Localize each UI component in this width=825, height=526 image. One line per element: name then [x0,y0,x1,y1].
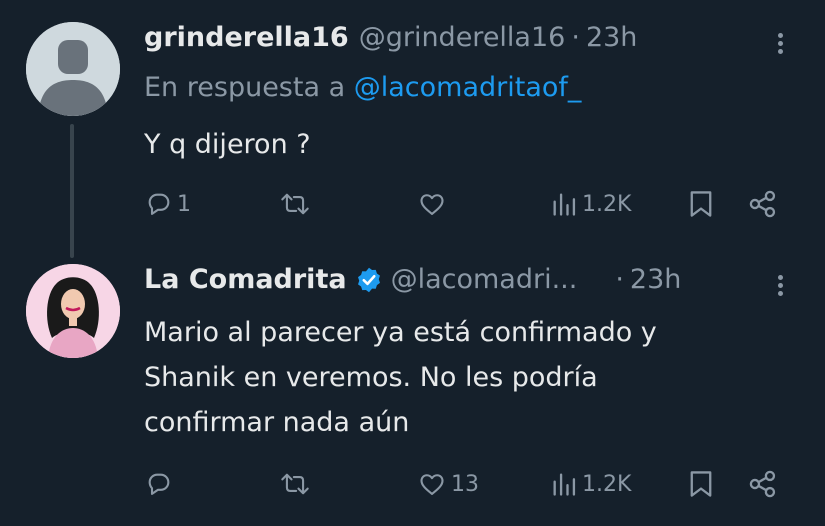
reply-icon [148,473,170,495]
share-button[interactable] [748,464,778,504]
retweet-button[interactable] [280,464,314,504]
woman-illustration-avatar-icon [26,264,120,358]
avatar[interactable] [26,264,120,358]
reply-icon [148,193,170,215]
views-chart-icon [553,193,576,216]
reply-count: 1 [177,191,191,217]
timestamp[interactable]: 23h [630,264,681,295]
reply-label: En respuesta a [144,72,346,103]
tweet-text-line: Mario al parecer ya está confirmado y [144,317,657,348]
more-options-icon[interactable] [775,272,785,299]
like-button[interactable]: 13 [417,464,479,504]
view-count: 1.2K [582,471,632,497]
display-name[interactable]: La Comadrita [144,264,347,295]
reply-context: En respuesta a @lacomadritaof_ [144,72,581,103]
heart-icon [420,474,444,495]
like-count: 13 [451,471,479,497]
like-button[interactable] [417,184,451,224]
tweet-actions: 13 1.2K [0,464,825,504]
avatar[interactable] [26,22,120,116]
view-count: 1.2K [582,191,632,217]
bookmark-button[interactable] [688,464,714,504]
reply-button[interactable]: 1 [145,184,191,224]
timestamp[interactable]: 23h [586,22,637,53]
views-button[interactable]: 1.2K [550,464,631,504]
heart-icon [420,194,444,215]
share-icon [749,190,776,218]
tweet-actions: 1 1.2K [0,184,825,224]
reply-mention-link[interactable]: @lacomadritaof_ [354,72,582,103]
user-handle[interactable]: @grinderella16 [359,22,566,53]
tweet-text: Y q dijeron ? [144,129,311,160]
separator-dot: · [615,264,624,295]
views-button[interactable]: 1.2K [550,184,631,224]
default-user-avatar-icon [26,22,120,116]
retweet-button[interactable] [280,184,314,224]
bookmark-icon [690,471,712,497]
share-button[interactable] [748,184,778,224]
tweet-header: grinderella16 @grinderella16 · 23h [144,22,637,53]
bookmark-button[interactable] [688,184,714,224]
user-handle[interactable]: @lacomadri... [391,264,578,295]
views-chart-icon [553,473,576,496]
tweet-text-line: Shanik en veremos. No les podría [144,362,598,393]
separator-dot: · [571,22,580,53]
retweet-icon [281,473,309,495]
retweet-icon [281,193,309,215]
more-options-icon[interactable] [775,30,785,57]
bookmark-icon [690,191,712,217]
reply-button[interactable] [145,464,177,504]
verified-badge-icon[interactable] [355,266,383,294]
share-icon [749,470,776,498]
tweet-text-line: confirmar nada aún [144,407,410,438]
display-name[interactable]: grinderella16 [144,22,349,53]
tweet-text: Mario al parecer ya está confirmado y Sh… [144,310,657,445]
tweet-header: La Comadrita @lacomadri... · 23h [144,264,681,295]
